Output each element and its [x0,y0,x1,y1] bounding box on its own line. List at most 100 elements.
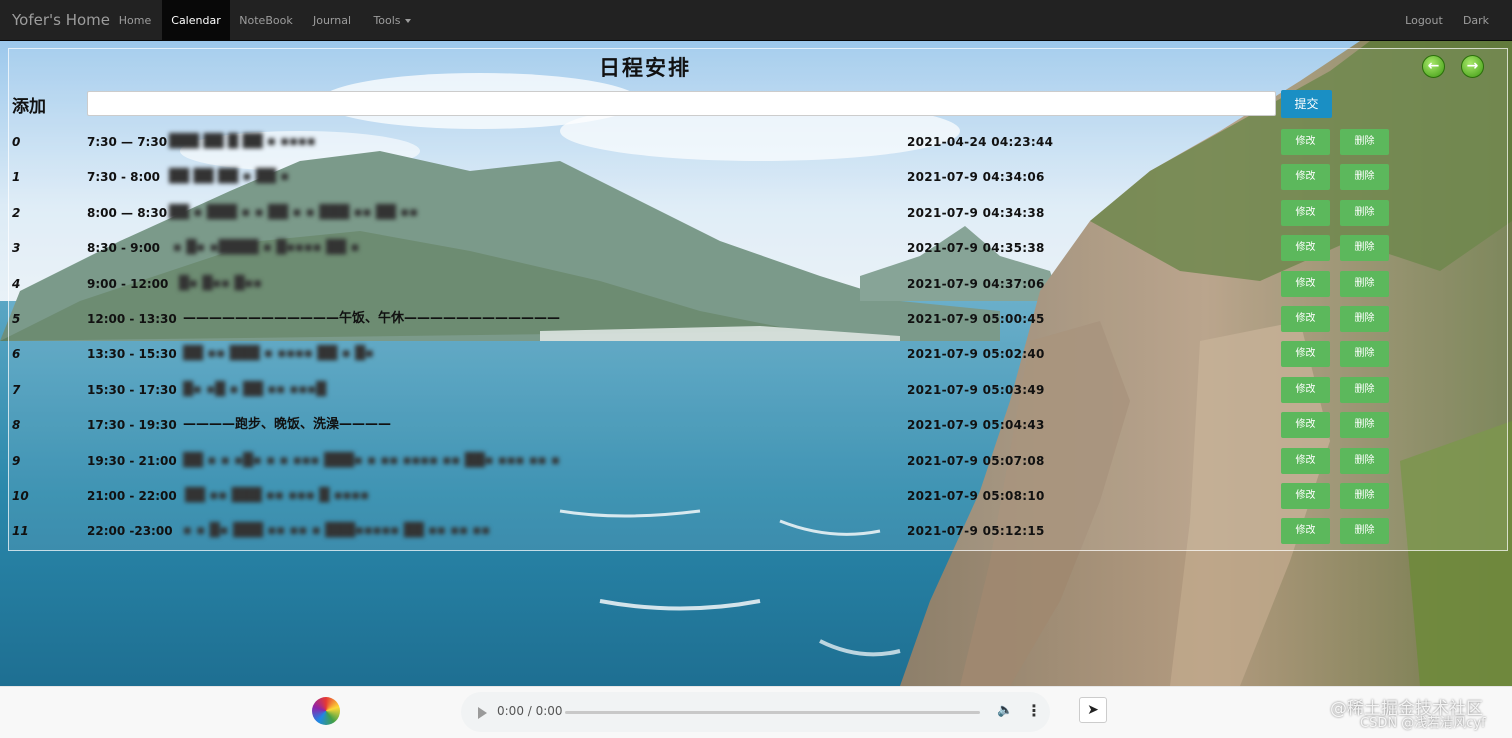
schedule-row: 2 8:00 — 8:30 ██ ▪ ███ ▪ ▪ ██ ▪ ▪ ███ ▪▪ █… [0,199,1512,227]
row-timestamp: 2021-07-9 05:12:15 [907,524,1045,539]
row-time: 8:30 - 9:00 [87,241,161,256]
row-description: ██ ██ ██ ▪ ██ ▪ [169,169,290,185]
row-timestamp: 2021-07-9 05:08:10 [907,489,1045,503]
row-timestamp: 2021-07-9 05:07:08 [907,453,1045,468]
add-schedule-input[interactable] [87,91,1276,116]
arrow-right-icon[interactable]: → [1461,55,1484,78]
edit-button[interactable]: 修改 [1281,447,1330,474]
edit-button[interactable]: 修改 [1281,306,1330,332]
watermark-csdn: CSDN @浅若清风cyf [1360,716,1486,731]
row-index: 1 [12,170,21,185]
row-time: 7:30 - 8:00 [87,170,161,185]
edit-button[interactable]: 修改 [1281,518,1330,545]
brand-link[interactable]: Yofer's Home [12,0,110,41]
delete-button[interactable]: 删除 [1340,447,1389,474]
edit-button[interactable]: 修改 [1281,129,1330,155]
nav-tools-dropdown[interactable]: Tools [363,0,421,41]
row-time: 15:30 - 17:30 [87,382,177,397]
edit-button[interactable]: 修改 [1281,270,1330,297]
row-time: 19:30 - 21:00 [87,453,177,468]
row-time: 13:30 - 15:30 [87,347,177,362]
row-description: ▪ █▪ ▪████ ▪ █▪▪▪▪ ██ ▪ [173,240,360,256]
volume-icon[interactable]: 🔈 [997,703,1013,718]
delete-button[interactable]: 删除 [1340,199,1389,226]
row-timestamp: 2021-07-9 04:37:06 [907,276,1045,291]
delete-button[interactable]: 删除 [1340,412,1389,439]
edit-button[interactable]: 修改 [1281,376,1330,403]
row-index: 8 [12,418,21,433]
row-timestamp: 2021-07-9 05:04:43 [907,418,1045,433]
audio-progress-bar[interactable] [565,711,980,714]
row-description: ██ ▪ ███ ▪ ▪ ██ ▪ ▪ ███ ▪▪ ██ ▪▪ [169,204,419,220]
edit-button[interactable]: 修改 [1281,483,1330,509]
row-index: 3 [12,241,21,256]
nav-notebook[interactable]: NoteBook [232,0,300,41]
delete-button[interactable]: 删除 [1340,376,1389,403]
delete-button[interactable]: 删除 [1340,341,1389,368]
audio-time: 0:00 / 0:00 [497,704,563,718]
row-index: 5 [12,312,21,326]
row-index: 7 [12,382,21,397]
send-icon[interactable]: ➤ [1079,697,1107,723]
nav-journal[interactable]: Journal [303,0,361,41]
page-title: 日程安排 [599,56,691,80]
edit-button[interactable]: 修改 [1281,164,1330,191]
edit-button[interactable]: 修改 [1281,199,1330,226]
arrow-left-icon[interactable]: ← [1422,55,1445,78]
row-description: ▪ ▪ █▪ ███ ▪▪ ▪▪ ▪ ███▪▪▪▪▪ ██ ▪▪ ▪▪ ▪▪ [183,523,491,539]
delete-button[interactable]: 删除 [1340,518,1389,545]
edit-button[interactable]: 修改 [1281,235,1330,262]
edit-button[interactable]: 修改 [1281,341,1330,368]
row-index: 4 [12,276,21,291]
row-description: █▪ ▪█ ▪ ██ ▪▪ ▪▪▪█ [183,381,327,397]
nav-home[interactable]: Home [111,0,159,41]
schedule-row: 4 9:00 - 12:00 █▪ █▪▪ █▪▪ 2021-07-9 04:37:0… [0,270,1512,298]
row-index: 9 [12,453,21,468]
row-timestamp: 2021-04-24 04:23:44 [907,135,1054,149]
row-timestamp: 2021-07-9 05:03:49 [907,382,1045,397]
row-index: 10 [12,489,29,503]
schedule-row: 9 19:30 - 21:00 ██ ▪ ▪ ▪█▪ ▪ ▪ ▪▪▪ ███▪ ▪ … [0,447,1512,475]
add-label: 添加 [12,97,46,117]
schedule-row: 7 15:30 - 17:30 █▪ ▪█ ▪ ██ ▪▪ ▪▪▪█ 2021-07-… [0,376,1512,404]
row-time: 21:00 - 22:00 [87,489,177,503]
nav-calendar[interactable]: Calendar [162,0,230,41]
schedule-row: 6 13:30 - 15:30 ██ ▪▪ ███ ▪ ▪▪▪▪ ██ ▪ █▪ 20… [0,340,1512,368]
row-index: 11 [12,524,29,539]
row-time: 8:00 — 8:30 [87,205,168,220]
schedule-row: 3 8:30 - 9:00 ▪ █▪ ▪████ ▪ █▪▪▪▪ ██ ▪ 2021-… [0,234,1512,262]
delete-button[interactable]: 删除 [1340,235,1389,262]
row-time: 12:00 - 13:30 [87,312,177,326]
row-description: ————————————午饭、午休———————————— [183,311,561,326]
caret-down-icon [404,19,411,23]
schedule-row: 8 17:30 - 19:30 ————跑步、晚饭、洗澡———— 2021-07-9 … [0,411,1512,439]
delete-button[interactable]: 删除 [1340,483,1389,509]
more-options-icon[interactable]: ⋮ [1026,701,1042,720]
nav-tools-label: Tools [373,14,401,27]
row-description: ██ ▪▪ ███ ▪▪ ▪▪▪ █ ▪▪▪▪ [185,488,370,503]
row-time: 9:00 - 12:00 [87,276,169,291]
music-logo-icon [312,697,340,725]
row-time: 7:30 — 7:30 [87,135,168,149]
delete-button[interactable]: 删除 [1340,270,1389,297]
delete-button[interactable]: 删除 [1340,164,1389,191]
schedule-row: 10 21:00 - 22:00 ██ ▪▪ ███ ▪▪ ▪▪▪ █ ▪▪▪▪ 20… [0,482,1512,510]
row-description: ██ ▪ ▪ ▪█▪ ▪ ▪ ▪▪▪ ███▪ ▪ ▪▪ ▪▪▪▪ ▪▪ ██▪… [183,452,560,468]
edit-button[interactable]: 修改 [1281,412,1330,439]
delete-button[interactable]: 删除 [1340,129,1389,155]
schedule-row: 1 7:30 - 8:00 ██ ██ ██ ▪ ██ ▪ 2021-07-9 04:… [0,163,1512,191]
nav-dark-mode[interactable]: Dark [1456,0,1496,41]
row-time: 22:00 -23:00 [87,524,173,539]
row-timestamp: 2021-07-9 04:35:38 [907,241,1045,256]
row-index: 0 [12,135,21,149]
schedule-row: 0 7:30 — 7:30 ███ ██ █ ██ ▪ ▪▪▪▪ 2021-04-24… [0,128,1512,156]
submit-button[interactable]: 提交 [1281,90,1332,118]
row-time: 17:30 - 19:30 [87,418,177,433]
navbar: Yofer's Home Home Calendar NoteBook Jour… [0,0,1512,41]
schedule-row: 11 22:00 -23:00 ▪ ▪ █▪ ███ ▪▪ ▪▪ ▪ ███▪▪▪▪… [0,517,1512,545]
row-index: 2 [12,205,21,220]
row-timestamp: 2021-07-9 04:34:38 [907,205,1045,220]
play-icon[interactable] [478,707,487,719]
nav-logout[interactable]: Logout [1397,0,1451,41]
delete-button[interactable]: 删除 [1340,306,1389,332]
